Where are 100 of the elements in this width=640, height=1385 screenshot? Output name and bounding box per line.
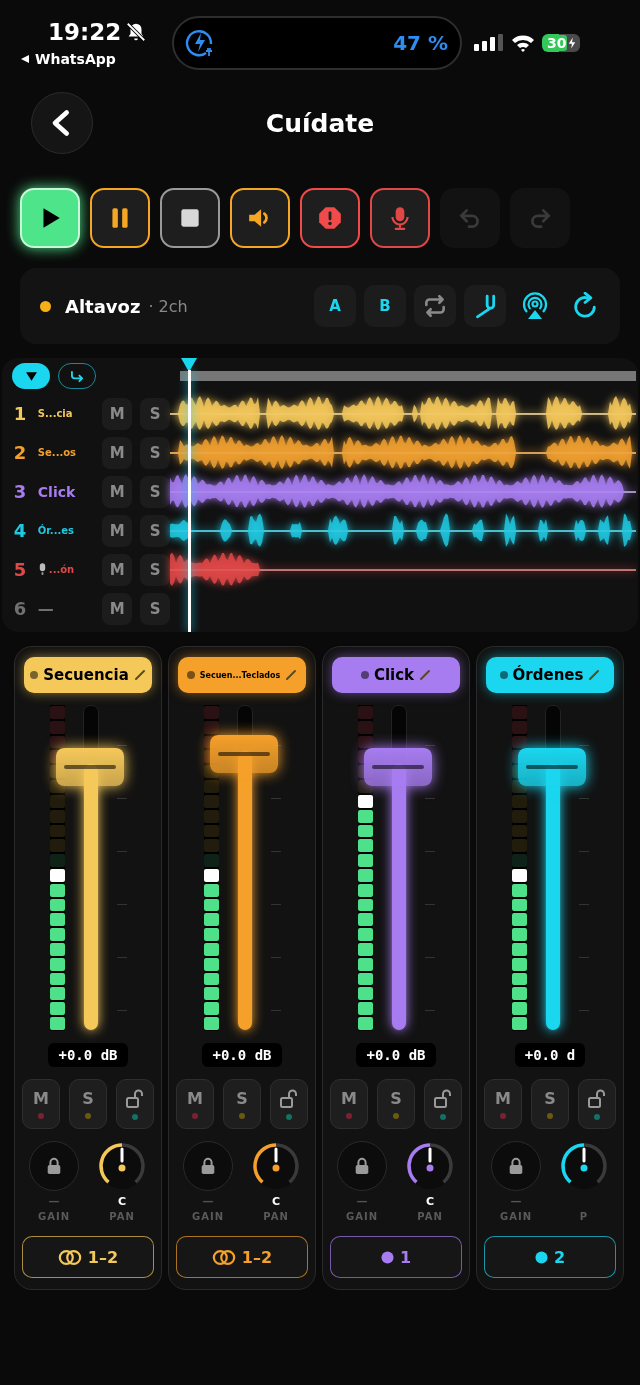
solo-button[interactable]: S: [140, 514, 170, 547]
turn-arrow-icon: [69, 369, 85, 383]
solo-button[interactable]: S: [69, 1079, 107, 1129]
gain-value: —: [202, 1195, 214, 1209]
pan-label: PAN: [109, 1211, 135, 1222]
gain-label: GAIN: [37, 1211, 70, 1222]
pencil-icon: [588, 669, 601, 681]
lock-button[interactable]: [578, 1079, 616, 1129]
pan-knob[interactable]: [251, 1141, 301, 1191]
channel-count: · 2ch: [148, 296, 188, 316]
fader-handle[interactable]: [517, 748, 586, 787]
alert-button[interactable]: [300, 188, 360, 248]
collapse-button[interactable]: [12, 363, 50, 389]
padlock-icon: [45, 1157, 63, 1175]
channel-name-tag[interactable]: Secuen...Teclados: [178, 657, 306, 693]
padlock-icon: [507, 1157, 525, 1175]
channel-name-tag[interactable]: Secuencia: [24, 657, 152, 693]
unlocked-padlock-icon: [125, 1088, 145, 1109]
mute-button[interactable]: M: [330, 1079, 368, 1129]
pencil-icon: [133, 669, 146, 681]
linked-rings-icon: [57, 1248, 82, 1266]
signal-icon: [474, 34, 504, 52]
gain-readout: +0.0 d: [514, 1043, 586, 1067]
gain-value: —: [510, 1195, 522, 1209]
solo-button[interactable]: S: [140, 436, 170, 469]
mute-button[interactable]: M: [22, 1079, 60, 1129]
pan-knob[interactable]: [559, 1141, 609, 1191]
loop-button[interactable]: [414, 285, 456, 327]
pan-knob[interactable]: [97, 1141, 147, 1191]
triangle-down-icon: [24, 370, 38, 382]
solo-button[interactable]: S: [531, 1079, 569, 1129]
gain-value: —: [48, 1195, 60, 1209]
solo-button[interactable]: S: [377, 1079, 415, 1129]
solo-button[interactable]: S: [140, 475, 170, 508]
unlocked-padlock-icon: [587, 1088, 607, 1109]
tuner-button[interactable]: [464, 285, 506, 327]
fader-handle[interactable]: [55, 748, 124, 787]
channel-name-tag[interactable]: Click: [332, 657, 460, 693]
mute-button[interactable]: M: [484, 1079, 522, 1129]
dot-icon: [380, 1250, 394, 1264]
unlocked-padlock-icon: [279, 1088, 299, 1109]
stop-button[interactable]: [160, 188, 220, 248]
pause-button[interactable]: [90, 188, 150, 248]
track-number: 3: [12, 481, 28, 502]
track-number: 6: [12, 598, 28, 619]
gain-knob[interactable]: [491, 1141, 541, 1191]
track-number: 4: [12, 520, 28, 541]
mute-button[interactable]: M: [102, 553, 133, 586]
status-time: 19:22: [48, 19, 122, 45]
padlock-icon: [199, 1157, 217, 1175]
ab-toggle-button[interactable]: A: [314, 285, 356, 327]
charge-percent: 47 %: [393, 31, 448, 55]
channel-name-tag[interactable]: Órdenes: [486, 657, 614, 693]
gain-readout: +0.0 dB: [356, 1043, 436, 1067]
pan-value: C: [271, 1195, 281, 1209]
back-to-app-link[interactable]: WhatsApp: [35, 51, 116, 67]
output-route-button[interactable]: 2: [484, 1236, 616, 1278]
mute-button[interactable]: M: [102, 514, 133, 547]
lock-button[interactable]: [116, 1079, 154, 1129]
mute-button[interactable]: M: [176, 1079, 214, 1129]
mute-button[interactable]: M: [102, 475, 133, 508]
unlocked-padlock-icon: [433, 1088, 453, 1109]
gain-knob[interactable]: [337, 1141, 387, 1191]
output-route-button[interactable]: 1: [330, 1236, 462, 1278]
back-triangle-icon[interactable]: [20, 54, 30, 64]
status-dot: [40, 300, 51, 312]
fader-handle[interactable]: [209, 735, 278, 774]
output-route-button[interactable]: 1–2: [22, 1236, 154, 1278]
pan-value: C: [117, 1195, 127, 1209]
mic-button[interactable]: [370, 188, 430, 248]
track-name: Ór...es: [37, 525, 74, 536]
lock-button[interactable]: [424, 1079, 462, 1129]
gain-knob[interactable]: [183, 1141, 233, 1191]
volume-button[interactable]: [230, 188, 290, 248]
pan-value: C: [425, 1195, 435, 1209]
gain-label: GAIN: [191, 1211, 224, 1222]
gain-knob[interactable]: [29, 1141, 79, 1191]
loop-icon: [422, 293, 448, 319]
track-name: —: [37, 599, 54, 618]
solo-button[interactable]: S: [140, 553, 170, 586]
mute-button[interactable]: M: [102, 592, 133, 625]
pencil-icon: [419, 669, 432, 681]
bell-slash-icon: [125, 21, 148, 43]
fader-handle[interactable]: [363, 748, 432, 787]
output-route-button[interactable]: 1–2: [176, 1236, 308, 1278]
mute-button[interactable]: M: [102, 436, 133, 469]
pan-label: PAN: [263, 1211, 289, 1222]
solo-button[interactable]: S: [140, 397, 170, 430]
mute-button[interactable]: M: [102, 397, 133, 430]
alert-icon: [317, 205, 343, 231]
play-button[interactable]: [20, 188, 80, 248]
ab-toggle-button[interactable]: B: [364, 285, 406, 327]
track-name: Se...os: [37, 447, 77, 458]
solo-button[interactable]: S: [140, 592, 170, 625]
song-title: Cuídate: [265, 108, 375, 138]
solo-button[interactable]: S: [223, 1079, 261, 1129]
lock-button[interactable]: [270, 1079, 308, 1129]
pan-knob[interactable]: [405, 1141, 455, 1191]
track-name: Click: [37, 483, 76, 500]
gain-value: —: [356, 1195, 368, 1209]
